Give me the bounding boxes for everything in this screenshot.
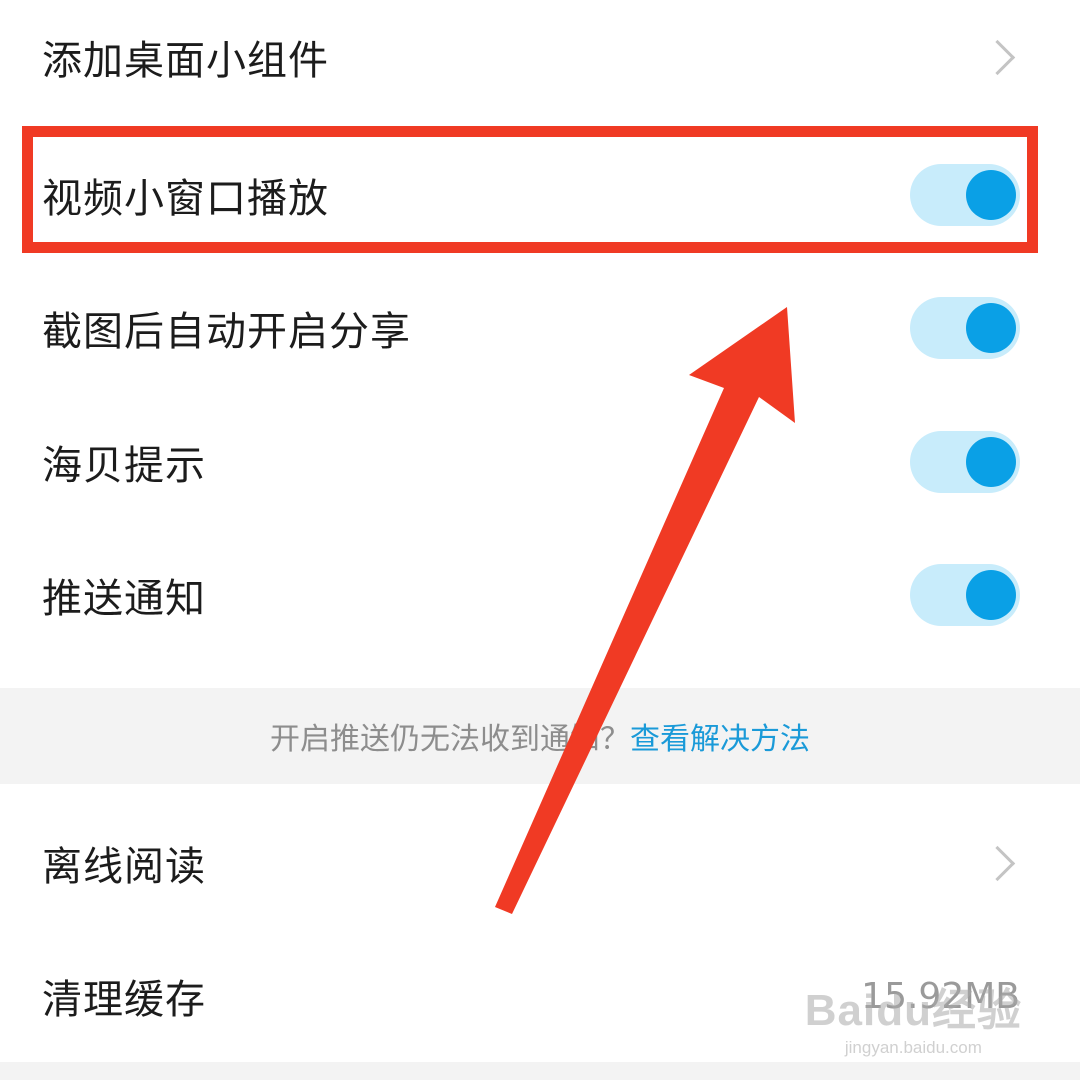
push-notification-row: 推送通知 <box>0 530 1080 660</box>
toggle-knob <box>966 570 1016 620</box>
push-notification-label: 推送通知 <box>42 576 206 622</box>
video-mini-window-label: 视频小窗口播放 <box>42 176 329 222</box>
watermark-main: Baidu经验 <box>804 986 1022 1035</box>
push-help-tip: 开启推送仍无法收到通知？ 查看解决方法 <box>0 688 1080 784</box>
haibei-tip-toggle[interactable] <box>910 431 1020 493</box>
add-desktop-widget-label: 添加桌面小组件 <box>42 38 329 84</box>
screenshot-auto-share-label: 截图后自动开启分享 <box>42 309 411 355</box>
toggle-knob <box>966 170 1016 220</box>
chevron-right-icon <box>979 845 1016 881</box>
baidu-watermark: Baidu经验 jingyan.baidu.com <box>805 974 1022 1058</box>
offline-reading-label: 离线阅读 <box>42 844 206 890</box>
chevron-right-icon <box>979 39 1016 75</box>
toggle-knob <box>966 303 1016 353</box>
push-notification-toggle[interactable] <box>910 564 1020 626</box>
video-mini-window-row: 视频小窗口播放 <box>0 130 1080 260</box>
video-mini-window-toggle[interactable] <box>910 164 1020 226</box>
view-solution-link[interactable]: 查看解决方法 <box>630 714 810 758</box>
bottom-divider <box>0 1062 1080 1080</box>
watermark-sub: jingyan.baidu.com <box>844 1038 982 1057</box>
screenshot-auto-share-row: 截图后自动开启分享 <box>0 263 1080 393</box>
haibei-tip-label: 海贝提示 <box>42 443 206 489</box>
clear-cache-label: 清理缓存 <box>42 977 206 1023</box>
offline-reading-row[interactable]: 离线阅读 <box>0 798 1080 928</box>
push-help-text: 开启推送仍无法收到通知？ <box>270 722 630 757</box>
add-desktop-widget-row[interactable]: 添加桌面小组件 <box>0 0 1080 122</box>
toggle-knob <box>966 437 1016 487</box>
screenshot-auto-share-toggle[interactable] <box>910 297 1020 359</box>
settings-page: 添加桌面小组件 视频小窗口播放 截图后自动开启分享 海贝提示 推送通知 开启推送… <box>0 0 1080 1080</box>
haibei-tip-row: 海贝提示 <box>0 397 1080 527</box>
